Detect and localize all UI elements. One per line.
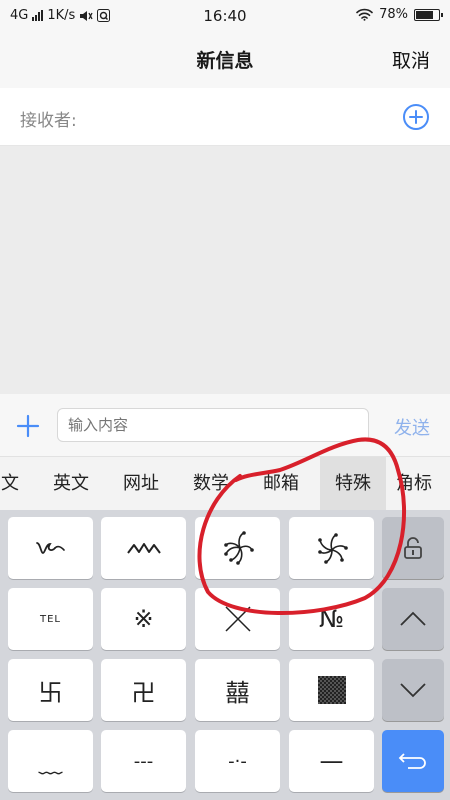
status-right: 78% bbox=[356, 7, 443, 22]
chevron-up-icon bbox=[400, 611, 426, 626]
return-icon bbox=[398, 753, 426, 769]
symbol-key[interactable]: — bbox=[289, 730, 374, 792]
symbol-key-label: 囍 bbox=[225, 678, 250, 707]
page-up-key[interactable] bbox=[382, 588, 444, 650]
checkered-square-icon bbox=[317, 676, 346, 704]
chevron-down-icon bbox=[400, 683, 426, 698]
recipient-label: 接收者: bbox=[20, 111, 77, 131]
symbol-key-label: 卍 bbox=[131, 678, 156, 707]
swirl-symbol-icon bbox=[35, 542, 65, 554]
send-button[interactable]: 发送 bbox=[394, 414, 430, 440]
symbol-key-label: --- bbox=[133, 750, 154, 772]
symbol-key-label: -·- bbox=[228, 750, 247, 772]
symbol-key[interactable]: -·- bbox=[195, 730, 280, 792]
battery-icon bbox=[414, 8, 443, 21]
plus-circle-icon[interactable] bbox=[402, 103, 430, 131]
symbol-key-label: — bbox=[319, 747, 344, 775]
symbol-key[interactable]: 卍 bbox=[101, 659, 186, 721]
compose-bar: 发送 bbox=[0, 394, 450, 456]
symbol-key[interactable] bbox=[195, 588, 280, 650]
wave-peaks-icon bbox=[126, 543, 161, 554]
wifi-icon bbox=[356, 8, 373, 21]
symbol-key[interactable]: № bbox=[289, 588, 374, 650]
symbol-key[interactable]: TEL bbox=[8, 588, 93, 650]
tab-special[interactable]: 特殊 bbox=[320, 457, 386, 510]
symbol-key-label: № bbox=[319, 605, 344, 633]
symbol-key-label: 卐 bbox=[38, 678, 63, 707]
tab-math[interactable]: 数学 bbox=[178, 457, 244, 510]
multiply-cross-icon bbox=[224, 606, 251, 632]
tab-superscript[interactable]: 角标 bbox=[396, 457, 450, 510]
plus-icon[interactable] bbox=[16, 414, 40, 438]
symbol-key[interactable] bbox=[289, 659, 374, 721]
symbol-key[interactable] bbox=[101, 517, 186, 579]
lock-key[interactable] bbox=[382, 517, 444, 579]
symbol-key[interactable]: 卐 bbox=[8, 659, 93, 721]
symbol-key[interactable]: 囍 bbox=[195, 659, 280, 721]
return-key[interactable] bbox=[382, 730, 444, 792]
tab-chinese[interactable]: 文 bbox=[0, 457, 24, 510]
lock-icon bbox=[404, 537, 422, 559]
recipient-row[interactable]: 接收者: bbox=[0, 88, 450, 146]
symbol-key[interactable] bbox=[195, 517, 280, 579]
symbol-category-bar: 文 英文 网址 数学 邮箱 特殊 角标 bbox=[0, 456, 450, 510]
symbol-key-label: ※ bbox=[133, 605, 154, 633]
status-bar: 4G 1K/s 16:40 78% bbox=[0, 0, 450, 32]
symbol-key[interactable]: ﹏ bbox=[8, 730, 93, 792]
page-down-key[interactable] bbox=[382, 659, 444, 721]
page-title: 新信息 bbox=[196, 50, 254, 72]
nav-bar: 新信息 取消 bbox=[0, 32, 450, 88]
tab-email[interactable]: 邮箱 bbox=[248, 457, 314, 510]
symbol-key-label: TEL bbox=[40, 613, 61, 625]
message-thread-area bbox=[0, 146, 450, 394]
symbol-key-label: ﹏ bbox=[38, 749, 63, 778]
symbol-key[interactable]: --- bbox=[101, 730, 186, 792]
firework-icon bbox=[317, 533, 348, 564]
message-input[interactable] bbox=[57, 408, 369, 442]
cancel-button[interactable]: 取消 bbox=[392, 46, 430, 73]
symbol-key[interactable] bbox=[289, 517, 374, 579]
tab-english[interactable]: 英文 bbox=[38, 457, 104, 510]
firework-icon bbox=[223, 531, 254, 565]
tab-url[interactable]: 网址 bbox=[108, 457, 174, 510]
symbol-key[interactable] bbox=[8, 517, 93, 579]
battery-percent: 78% bbox=[379, 7, 408, 22]
symbol-keyboard: TEL ※ № 卐 卍 囍 ﹏ --- -·- — bbox=[0, 510, 450, 800]
symbol-key[interactable]: ※ bbox=[101, 588, 186, 650]
